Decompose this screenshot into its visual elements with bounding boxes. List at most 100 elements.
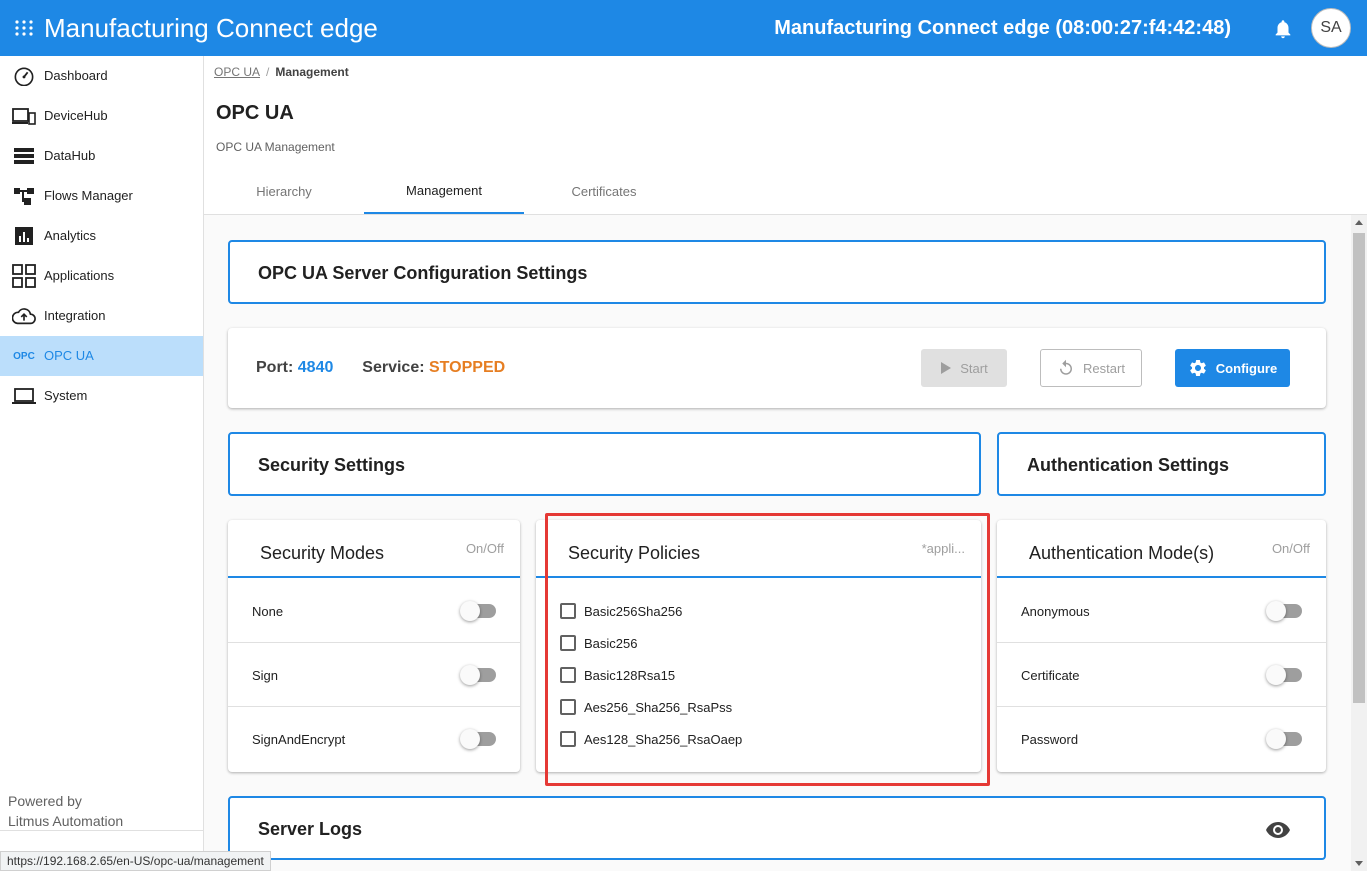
- breadcrumb-parent-link[interactable]: OPC UA: [214, 65, 260, 79]
- authentication-modes-card: Authentication Mode(s) On/Off Anonymous …: [997, 520, 1326, 772]
- list-item: Password: [997, 707, 1326, 771]
- policy-aes128-sha256-rsaoaep-checkbox[interactable]: Aes128_Sha256_RsaOaep: [560, 729, 742, 749]
- security-mode-label: SignAndEncrypt: [252, 732, 346, 747]
- sidebar-item-datahub[interactable]: DataHub: [0, 136, 203, 176]
- toggle-knob: [460, 665, 480, 685]
- server-logs-section[interactable]: Server Logs: [228, 796, 1326, 860]
- auth-mode-label: Certificate: [1021, 668, 1080, 683]
- page-subtitle: OPC UA Management: [216, 140, 335, 154]
- security-settings-title: Security Settings: [258, 455, 406, 475]
- security-modes-header: Security Modes On/Off: [228, 520, 520, 578]
- content-scrollbar[interactable]: [1351, 215, 1367, 871]
- policy-aes256-sha256-rsapss-checkbox[interactable]: Aes256_Sha256_RsaPss: [560, 697, 732, 717]
- port-value: 4840: [297, 359, 334, 376]
- security-mode-signandencrypt-toggle[interactable]: [460, 729, 496, 749]
- scrollbar-thumb[interactable]: [1353, 233, 1365, 703]
- scroll-up-arrow[interactable]: [1355, 220, 1363, 225]
- server-logs-title: Server Logs: [258, 819, 363, 839]
- auth-mode-anonymous-toggle[interactable]: [1266, 601, 1302, 621]
- security-modes-card: Security Modes On/Off None Sign SignAndE…: [228, 520, 520, 772]
- breadcrumb-current: Management: [275, 65, 349, 79]
- security-mode-sign-toggle[interactable]: [460, 665, 496, 685]
- sidebar-item-integration[interactable]: Integration: [0, 296, 203, 336]
- sidebar-item-label: Dashboard: [44, 68, 108, 83]
- opc-icon: OPC: [12, 345, 36, 367]
- toggle-knob: [460, 729, 480, 749]
- security-settings-section: Security Settings: [228, 432, 981, 496]
- sidebar-item-analytics[interactable]: Analytics: [0, 216, 203, 256]
- analytics-icon: [12, 225, 36, 247]
- sidebar-item-label: Flows Manager: [44, 188, 133, 203]
- sidebar-item-label: System: [44, 388, 88, 403]
- security-policies-card: Security Policies *appli... Basic256Sha2…: [536, 520, 981, 772]
- security-modes-title: Security Modes: [260, 543, 385, 563]
- authentication-settings-section: Authentication Settings: [997, 432, 1326, 496]
- configure-button[interactable]: Configure: [1175, 349, 1290, 387]
- sidebar-item-opc-ua[interactable]: OPC OPC UA: [0, 336, 203, 376]
- restart-icon: [1060, 359, 1073, 375]
- cloud-upload-icon: [12, 305, 36, 327]
- sidebar-item-label: Applications: [44, 268, 115, 283]
- security-mode-label: None: [252, 604, 284, 619]
- avatar[interactable]: SA: [1311, 8, 1351, 48]
- laptop-icon: [12, 385, 36, 407]
- auth-mode-label: Password: [1021, 732, 1079, 747]
- opc-tag: OPC: [13, 350, 35, 362]
- status-url: https://192.168.2.65/en-US/opc-ua/manage…: [0, 851, 271, 871]
- server-status-card: Port: 4840 Service: STOPPED Start Restar…: [228, 328, 1326, 408]
- policy-label: Basic256: [584, 635, 638, 651]
- port-label: Port:: [256, 359, 294, 376]
- top-app-bar: Manufacturing Connect edge Manufacturing…: [0, 0, 1367, 56]
- page-header: OPC UA / Management OPC UA OPC UA Manageme…: [204, 56, 1367, 215]
- sidebar-item-flows-manager[interactable]: Flows Manager: [0, 176, 203, 216]
- app-title: Manufacturing Connect edge: [44, 13, 378, 43]
- checkbox-box[interactable]: [560, 699, 576, 715]
- checkbox-box[interactable]: [560, 667, 576, 683]
- checkbox-box[interactable]: [560, 635, 576, 651]
- sidebar-item-label: Analytics: [44, 228, 97, 243]
- speedometer-icon: [12, 65, 36, 87]
- sidebar-item-applications[interactable]: Applications: [0, 256, 203, 296]
- start-button-label: Start: [960, 360, 988, 376]
- sidebar-divider: [0, 830, 203, 831]
- toggle-knob: [1266, 729, 1286, 749]
- policy-basic256sha256-checkbox[interactable]: Basic256Sha256: [560, 601, 682, 621]
- tab-management[interactable]: Management: [364, 168, 524, 214]
- devices-icon: [12, 105, 36, 127]
- server-stack-icon: [12, 145, 36, 167]
- checkbox-box[interactable]: [560, 603, 576, 619]
- security-policies-header: Security Policies *appli...: [536, 520, 981, 578]
- apps-grid-icon[interactable]: [14, 19, 34, 37]
- security-mode-none-toggle[interactable]: [460, 601, 496, 621]
- list-item: None: [228, 579, 520, 643]
- service-status: STOPPED: [429, 359, 506, 376]
- sidebar-item-dashboard[interactable]: Dashboard: [0, 56, 203, 96]
- toggle-knob: [1266, 601, 1286, 621]
- bell-icon[interactable]: [1272, 18, 1294, 40]
- list-item: SignAndEncrypt: [228, 707, 520, 771]
- checkbox-box[interactable]: [560, 731, 576, 747]
- policy-basic256-checkbox[interactable]: Basic256: [560, 633, 637, 653]
- play-icon: [941, 362, 952, 374]
- sidebar-item-system[interactable]: System: [0, 376, 203, 416]
- security-modes-note: On/Off: [465, 541, 504, 556]
- restart-button[interactable]: Restart: [1040, 349, 1142, 387]
- sidebar-item-label: DataHub: [44, 148, 96, 163]
- security-policies-note: *appli...: [921, 541, 965, 556]
- tab-hierarchy[interactable]: Hierarchy: [204, 168, 364, 214]
- auth-mode-password-toggle[interactable]: [1266, 729, 1302, 749]
- sidebar: Dashboard DeviceHub DataHub Flows Manage…: [0, 56, 204, 871]
- list-item: Anonymous: [997, 579, 1326, 643]
- restart-button-label: Restart: [1083, 360, 1125, 376]
- auth-mode-certificate-toggle[interactable]: [1266, 665, 1302, 685]
- toggle-knob: [1266, 665, 1286, 685]
- sidebar-item-label: Integration: [44, 308, 106, 323]
- tab-certificates[interactable]: Certificates: [524, 168, 684, 214]
- eye-icon[interactable]: [1266, 821, 1290, 839]
- sidebar-item-devicehub[interactable]: DeviceHub: [0, 96, 203, 136]
- policy-basic128rsa15-checkbox[interactable]: Basic128Rsa15: [560, 665, 675, 685]
- authentication-settings-title: Authentication Settings: [1027, 455, 1229, 475]
- flow-icon: [12, 185, 36, 207]
- scroll-down-arrow[interactable]: [1355, 861, 1363, 866]
- start-button[interactable]: Start: [921, 349, 1007, 387]
